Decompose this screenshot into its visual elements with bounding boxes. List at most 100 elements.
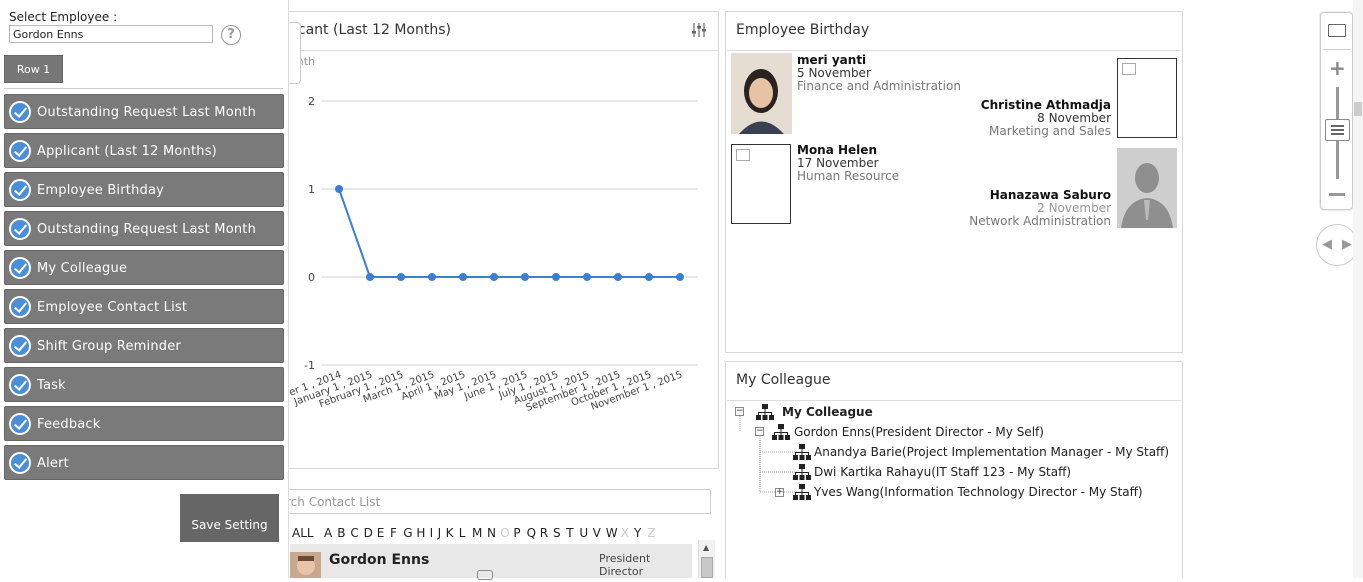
alphabet-letter-y[interactable]: Y [634, 526, 641, 540]
data-point[interactable] [676, 273, 684, 281]
widget-toggle-task[interactable]: Task [4, 367, 284, 402]
widget-label: Shift Group Reminder [37, 339, 181, 354]
panel-header-divider [727, 400, 1181, 401]
alphabet-letter-m[interactable]: M [472, 526, 482, 540]
tree-root-label[interactable]: My Colleague [782, 405, 873, 419]
alphabet-letter-all[interactable]: ALL [292, 526, 314, 540]
data-point[interactable] [645, 273, 653, 281]
tree-expand-icon[interactable]: + [775, 488, 784, 497]
contact-name: Gordon Enns [329, 552, 430, 568]
alphabet-letter-l[interactable]: L [459, 526, 466, 540]
alphabet-letter-d[interactable]: D [364, 526, 373, 540]
alphabet-letter-j[interactable]: J [438, 526, 442, 540]
alphabet-letter-w[interactable]: W [606, 526, 618, 540]
settings-sliders-icon[interactable] [690, 21, 708, 39]
tree-staff-label[interactable]: Anandya Barie(Project Implementation Man… [814, 445, 1169, 459]
employee-select-input[interactable] [9, 25, 213, 43]
contact-search-box[interactable]: rch Contact List [280, 489, 711, 514]
birthday-dept: Finance and Administration [797, 79, 961, 93]
widget-toggle-contact-list[interactable]: Employee Contact List [4, 289, 284, 324]
check-icon [9, 140, 31, 162]
help-icon[interactable]: ? [221, 25, 241, 45]
alphabet-letter-c[interactable]: C [350, 526, 358, 540]
widget-settings-panel: Select Employee : ? Row 1 Outstanding Re… [0, 0, 289, 578]
avatar-placeholder-icon [1117, 148, 1177, 228]
alphabet-letter-f[interactable]: F [390, 526, 397, 540]
widget-toggle-outstanding-request-2[interactable]: Outstanding Request Last Month [4, 211, 284, 246]
contact-row[interactable]: Gordon Enns President Director [290, 544, 692, 580]
data-point[interactable] [366, 273, 374, 281]
birthday-entry-hanazawa: Hanazawa Saburo 2 November Network Admin… [940, 189, 1111, 228]
alphabet-letter-i[interactable]: I [430, 526, 434, 540]
alphabet-letter-t[interactable]: T [566, 526, 573, 540]
check-icon [9, 452, 31, 474]
widget-label: Employee Contact List [37, 300, 188, 315]
data-point[interactable] [490, 273, 498, 281]
zoom-slider-handle[interactable] [1325, 119, 1350, 141]
widget-toggle-employee-birthday[interactable]: Employee Birthday [4, 172, 284, 207]
alphabet-letter-q[interactable]: Q [527, 526, 536, 540]
alphabet-letter-r[interactable]: R [540, 526, 548, 540]
zoom-out-icon[interactable] [1329, 193, 1345, 196]
y-tick-label: 2 [308, 95, 315, 108]
alphabet-letter-g[interactable]: G [403, 526, 412, 540]
widget-toggle-feedback[interactable]: Feedback [4, 406, 284, 441]
pan-left-icon[interactable]: ◀ [1322, 237, 1332, 252]
alphabet-letter-v[interactable]: V [593, 526, 601, 540]
tree-staff-label[interactable]: Dwi Kartika Rahayu(IT Staff 123 - My Sta… [814, 465, 1071, 479]
panel-collapse-handle[interactable] [289, 22, 301, 84]
tree-collapse-icon[interactable]: − [735, 407, 744, 416]
page-scrollbar-thumb[interactable] [1354, 102, 1362, 116]
widget-label: Applicant (Last 12 Months) [37, 144, 217, 159]
alphabet-letter-z[interactable]: Z [647, 526, 655, 540]
org-chart-icon [793, 464, 811, 480]
birthday-panel-title: Employee Birthday [736, 22, 870, 38]
applicant-line-chart: 210-1er 1 , 2014January 1 , 2015February… [288, 95, 698, 414]
row-1-button[interactable]: Row 1 [4, 55, 63, 83]
data-point[interactable] [397, 273, 405, 281]
data-point[interactable] [521, 273, 529, 281]
data-point[interactable] [335, 185, 343, 193]
tree-staff-label[interactable]: Yves Wang(Information Technology Directo… [814, 485, 1143, 499]
data-point[interactable] [583, 273, 591, 281]
birthday-dept: Marketing and Sales [989, 124, 1111, 138]
zoom-in-icon[interactable]: + [1329, 58, 1346, 78]
alphabet-letter-x[interactable]: X [621, 526, 629, 540]
data-point[interactable] [459, 273, 467, 281]
alphabet-letter-s[interactable]: S [553, 526, 561, 540]
alphabet-letter-n[interactable]: N [487, 526, 496, 540]
alphabet-letter-k[interactable]: K [446, 526, 454, 540]
widget-toggle-shift-group[interactable]: Shift Group Reminder [4, 328, 284, 363]
divider [4, 88, 283, 89]
pan-control[interactable]: ◀ ▶ [1316, 224, 1358, 266]
birthday-dept: Network Administration [969, 214, 1111, 228]
widget-toggle-alert[interactable]: Alert [4, 445, 284, 480]
contact-title: President Director [599, 552, 651, 578]
widget-toggle-outstanding-request[interactable]: Outstanding Request Last Month [4, 94, 284, 129]
alphabet-letter-h[interactable]: H [416, 526, 425, 540]
page-scrollbar[interactable] [1353, 0, 1363, 578]
alphabet-letter-e[interactable]: E [377, 526, 385, 540]
alphabet-letter-o[interactable]: O [500, 526, 509, 540]
select-employee-label: Select Employee : [9, 10, 118, 24]
alphabet-letter-u[interactable]: U [579, 526, 588, 540]
data-point[interactable] [552, 273, 560, 281]
data-point[interactable] [614, 273, 622, 281]
panel-header-divider [282, 50, 719, 51]
save-setting-button[interactable]: Save Setting [180, 494, 279, 542]
widget-label: My Colleague [37, 261, 128, 276]
widget-toggle-applicant[interactable]: Applicant (Last 12 Months) [4, 133, 284, 168]
tree-self-label[interactable]: Gordon Enns(President Director - My Self… [794, 425, 1044, 439]
pan-right-icon[interactable]: ▶ [1342, 237, 1352, 252]
scrollbar-thumb[interactable] [701, 557, 713, 578]
data-point[interactable] [428, 273, 436, 281]
tree-collapse-icon[interactable]: − [755, 427, 764, 436]
birthday-entry-christine: Christine Athmadja 8 November Marketing … [940, 99, 1111, 138]
scroll-up-arrow-icon[interactable]: ▲ [703, 543, 709, 552]
contact-list-scrollbar[interactable]: ▲ [698, 540, 715, 578]
page-icon[interactable] [1328, 24, 1346, 37]
alphabet-letter-a[interactable]: A [324, 526, 332, 540]
widget-toggle-my-colleague[interactable]: My Colleague [4, 250, 284, 285]
alphabet-letter-b[interactable]: B [337, 526, 345, 540]
alphabet-letter-p[interactable]: P [513, 526, 520, 540]
